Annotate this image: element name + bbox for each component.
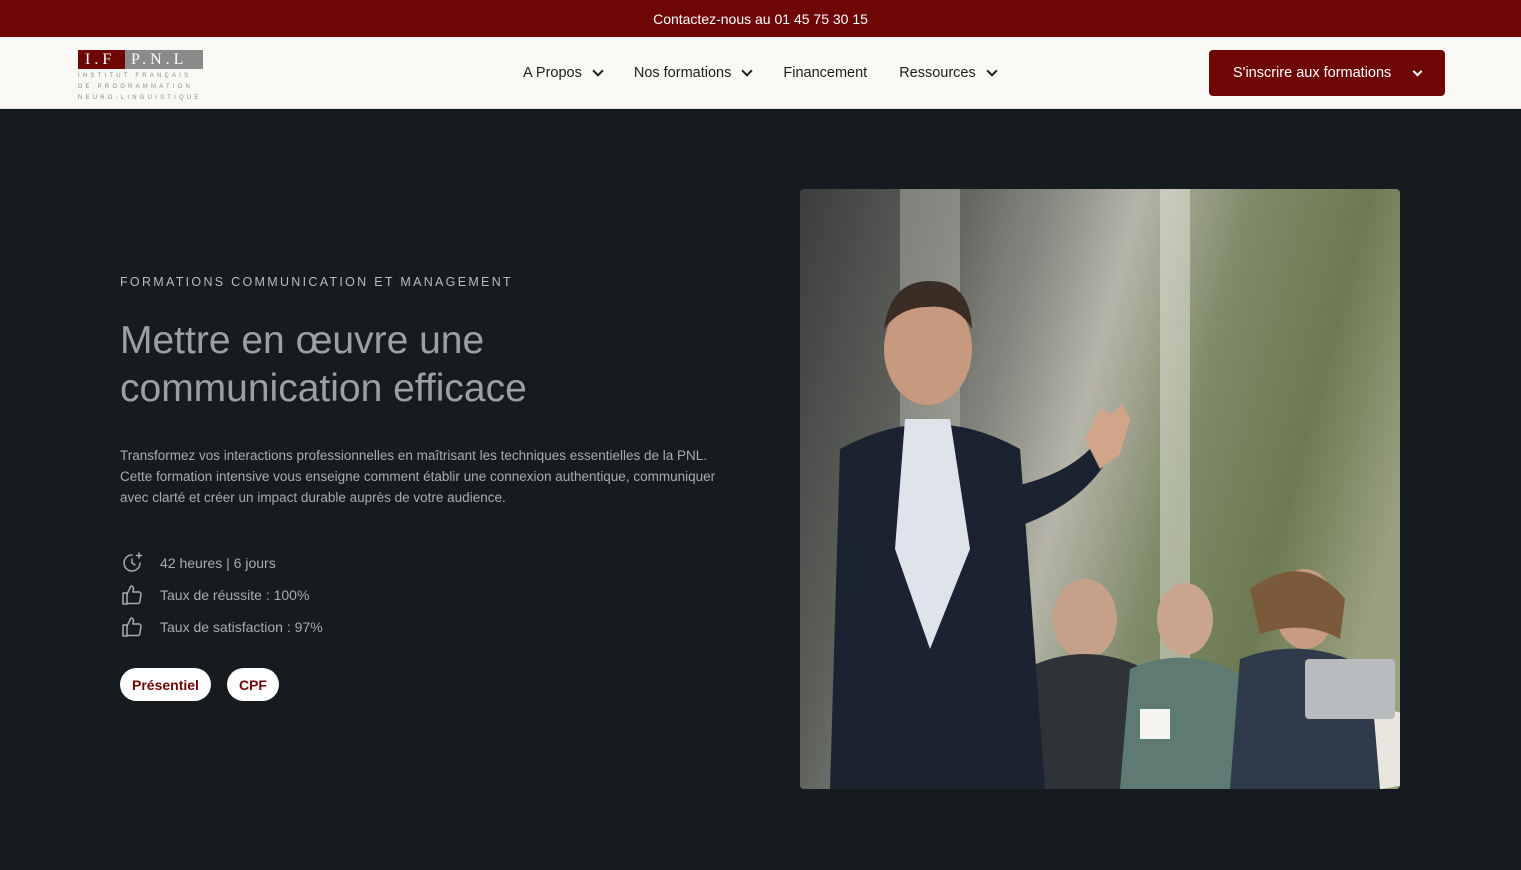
chevron-down-icon bbox=[986, 64, 998, 77]
chevron-down-icon bbox=[741, 64, 754, 77]
course-features: 42 heures | 6 jours Taux de réussite : 1… bbox=[120, 547, 323, 643]
nav-item-label: A Propos bbox=[523, 65, 582, 81]
chevron-down-icon bbox=[592, 64, 604, 77]
nav-item-financement[interactable]: Financement bbox=[783, 65, 867, 81]
feature-text: Taux de satisfaction : 97% bbox=[160, 619, 323, 635]
logo-line-3: NEURO-LINGUISTIQUE bbox=[78, 95, 202, 101]
logo-line-1: INSTITUT FRANÇAIS bbox=[78, 73, 192, 79]
logo-mark: I.F P.N.L bbox=[78, 50, 203, 69]
nav-item-nos-formations[interactable]: Nos formations bbox=[633, 64, 754, 81]
feature-duration: 42 heures | 6 jours bbox=[120, 547, 323, 579]
hero-image bbox=[800, 189, 1400, 789]
course-description: Transformez vos interactions professionn… bbox=[120, 448, 716, 505]
tag-cpf: CPF bbox=[226, 668, 279, 701]
hero-section: FORMATIONS COMMUNICATION ET MANAGEMENT M… bbox=[0, 109, 1521, 870]
nav-item-label: Nos formations bbox=[633, 65, 732, 81]
thumbs-up-icon bbox=[122, 617, 142, 637]
tag-presentiel: Présentiel bbox=[120, 668, 211, 701]
contact-text[interactable]: Contactez-nous au 01 45 75 30 15 bbox=[653, 11, 868, 27]
logo-mark-left: I.F bbox=[78, 50, 125, 69]
clock-plus-icon bbox=[123, 552, 143, 572]
category-eyebrow: FORMATIONS COMMUNICATION ET MANAGEMENT bbox=[120, 275, 513, 289]
course-tags: Présentiel CPF bbox=[120, 668, 295, 701]
feature-satisfaction-rate: Taux de satisfaction : 97% bbox=[120, 611, 323, 643]
logo-mark-right: P.N.L bbox=[125, 50, 203, 69]
register-button-label: S'inscrire aux formations bbox=[1233, 65, 1392, 81]
nav-item-ressources[interactable]: Ressources bbox=[899, 64, 998, 81]
nav-item-a-propos[interactable]: A Propos bbox=[523, 64, 604, 81]
speaker-photo-illustration bbox=[830, 189, 1400, 789]
nav-item-label: Financement bbox=[783, 65, 868, 81]
contact-bar: Contactez-nous au 01 45 75 30 15 bbox=[0, 0, 1521, 37]
page-title: Mettre en œuvre une communication effica… bbox=[120, 319, 527, 410]
main-navigation: I.F P.N.L INSTITUT FRANÇAIS DE PROGRAMMA… bbox=[0, 37, 1521, 109]
nav-menu: A Propos Nos formations Financement Ress… bbox=[523, 37, 1028, 109]
logo-line-2: DE PROGRAMMATION bbox=[78, 84, 194, 90]
feature-text: Taux de réussite : 100% bbox=[160, 587, 310, 603]
feature-success-rate: Taux de réussite : 100% bbox=[120, 579, 323, 611]
register-button[interactable]: S'inscrire aux formations bbox=[1209, 50, 1445, 96]
nav-item-label: Ressources bbox=[899, 65, 976, 81]
chevron-down-icon bbox=[1412, 66, 1423, 77]
thumbs-up-icon bbox=[122, 585, 142, 605]
logo[interactable]: I.F P.N.L INSTITUT FRANÇAIS DE PROGRAMMA… bbox=[78, 50, 204, 101]
feature-text: 42 heures | 6 jours bbox=[160, 555, 276, 571]
